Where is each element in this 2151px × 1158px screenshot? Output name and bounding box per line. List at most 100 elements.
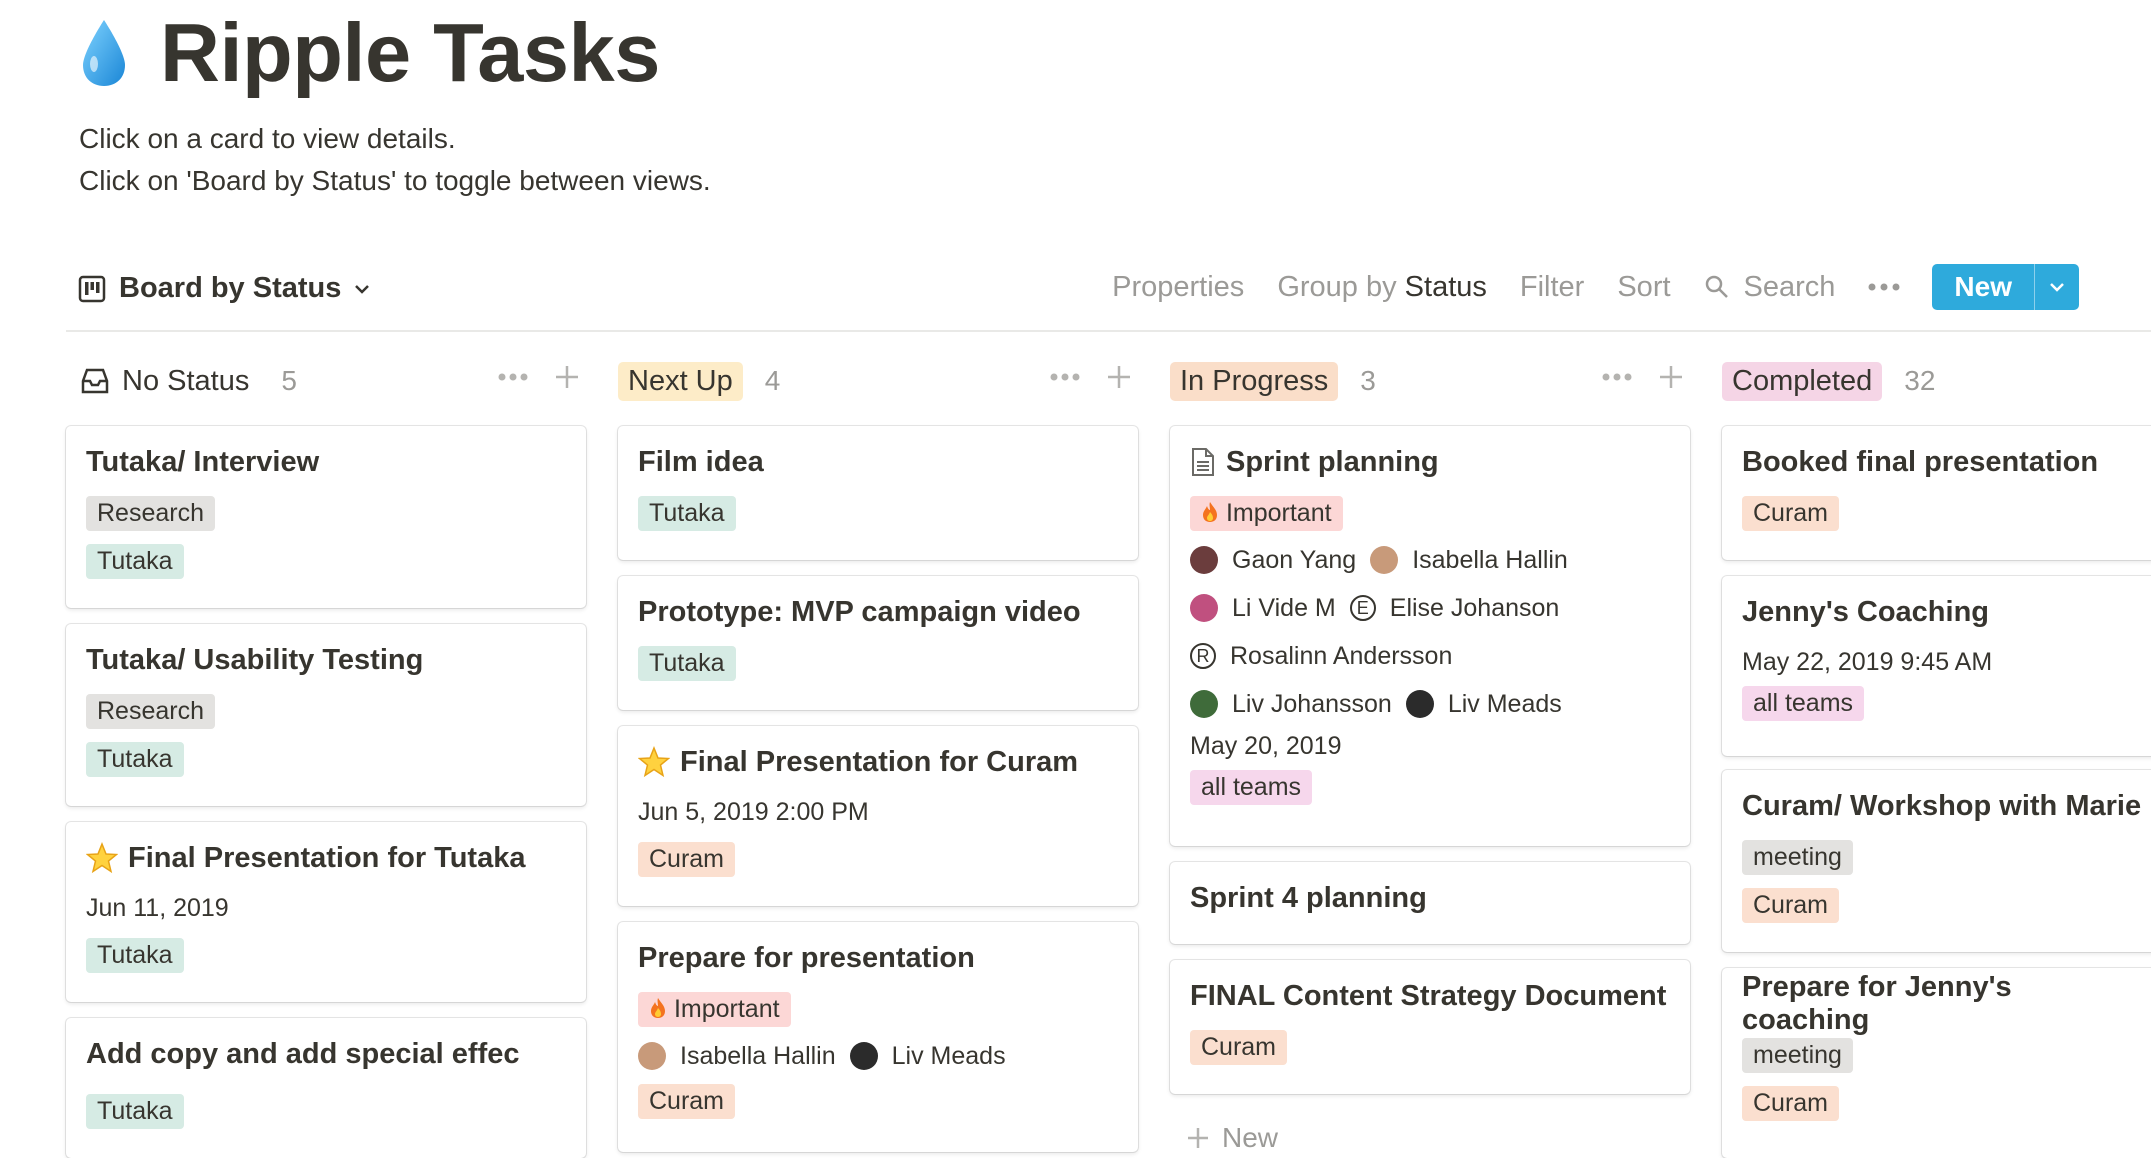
person-name: Elise Johanson: [1389, 593, 1560, 622]
task-card[interactable]: Booked final presentation Curam: [1722, 426, 2151, 560]
card-title: Sprint 4 planning: [1190, 881, 1427, 914]
column-count: 3: [1360, 365, 1376, 396]
card-people: Liv Johansson Liv Meads: [1190, 686, 1670, 722]
card-people: Isabella Hallin Liv Meads: [638, 1038, 1118, 1074]
fire-icon: [1203, 502, 1217, 522]
card-tag-row: meeting: [1742, 840, 2142, 875]
task-card[interactable]: Tutaka/ Usability Testing Research Tutak…: [66, 624, 586, 806]
task-card[interactable]: Prototype: MVP campaign video Tutaka: [618, 576, 1138, 710]
card-tag-row: meeting: [1742, 1038, 2142, 1073]
task-card[interactable]: FINAL Content Strategy Document Curam: [1170, 960, 1690, 1094]
card-date: May 22, 2019 9:45 AM: [1742, 648, 1993, 676]
card-title: Final Presentation for Curam: [638, 742, 1118, 782]
description-line: Click on a card to view details.: [79, 123, 456, 154]
card-tag-row: Research: [86, 496, 566, 531]
search-icon: [1705, 275, 1728, 298]
properties-button[interactable]: Properties: [1112, 271, 1244, 304]
plus-icon: [1188, 1128, 1208, 1148]
card-title: Add copy and add special effec: [86, 1037, 520, 1070]
card-tag-row: Research: [86, 694, 566, 729]
add-card-icon[interactable]: [1658, 364, 1684, 390]
tag: Curam: [1742, 888, 1840, 923]
column-header: No Status 5: [66, 350, 588, 412]
filter-button[interactable]: Filter: [1520, 271, 1584, 304]
card-tag-row: Tutaka: [86, 1094, 566, 1129]
column-count: 5: [281, 365, 297, 396]
group-by-value: Status: [1404, 270, 1487, 303]
card-tag-row: all teams: [1190, 770, 1670, 805]
tag: Curam: [1742, 496, 1840, 531]
new-button[interactable]: New: [1932, 264, 2079, 310]
group-by-button[interactable]: Group by Status: [1277, 271, 1487, 304]
column-label: Completed: [1722, 361, 1883, 401]
task-card[interactable]: Sprint planning Important Gaon Yang Isab…: [1170, 426, 1690, 846]
tag: Tutaka: [86, 742, 184, 777]
search-label: Search: [1743, 270, 1836, 303]
column-header: Next Up 4: [618, 350, 1140, 412]
card-title: Tutaka/ Interview: [86, 445, 320, 478]
card-title: FINAL Content Strategy Document: [1190, 979, 1667, 1012]
task-card[interactable]: Curam/ Workshop with Marie meeting Curam: [1722, 770, 2151, 952]
board-view-icon: [78, 275, 106, 302]
card-tag-row: Important: [1190, 496, 1670, 531]
person-name: Liv Meads: [891, 1041, 1006, 1070]
person-name: Isabella Hallin: [1412, 545, 1568, 574]
sort-button[interactable]: Sort: [1617, 271, 1670, 304]
column-label: Next Up: [618, 361, 743, 401]
card-title: Jenny's Coaching: [1742, 595, 1990, 628]
column-more-icon[interactable]: [498, 373, 528, 381]
task-card[interactable]: Add copy and add special effec Tutaka: [66, 1018, 586, 1158]
avatar: [1190, 594, 1218, 622]
task-card[interactable]: Sprint 4 planning: [1170, 862, 1690, 944]
task-card[interactable]: Tutaka/ Interview Research Tutaka: [66, 426, 586, 608]
star-icon: [86, 842, 118, 874]
card-date: Jun 11, 2019: [86, 894, 229, 922]
tag: Curam: [1190, 1030, 1288, 1065]
column-next-up: Next Up 4 Film idea Tutaka Prototype: MV…: [618, 350, 1140, 1152]
card-people: Li Vide M E Elise Johanson: [1190, 590, 1670, 626]
task-card[interactable]: Prepare for Jenny's coaching meeting Cur…: [1722, 968, 2151, 1158]
card-date: May 20, 2019: [1190, 732, 1342, 760]
person-chip: Liv Meads: [1405, 690, 1562, 719]
page-description: Click on a card to view details. Click o…: [79, 118, 711, 202]
page-title: Ripple Tasks: [160, 6, 660, 99]
person-name: Gaon Yang: [1232, 545, 1357, 574]
chevron-down-icon: [2050, 283, 2064, 292]
task-card[interactable]: Jenny's Coaching May 22, 2019 9:45 AM al…: [1722, 576, 2151, 756]
task-card[interactable]: Prepare for presentation Important Isabe…: [618, 922, 1138, 1152]
card-tag-row: Tutaka: [638, 646, 1118, 681]
card-tag-row: Curam: [1742, 496, 2142, 531]
column-actions: [498, 364, 580, 390]
person-name: Li Vide M: [1232, 593, 1336, 622]
card-title: Film idea: [638, 445, 764, 478]
person-chip: Liv Meads: [849, 1041, 1006, 1071]
task-card[interactable]: Final Presentation for Curam Jun 5, 2019…: [618, 726, 1138, 906]
card-tag-row: Tutaka: [86, 742, 566, 777]
tag: Research: [86, 694, 215, 729]
column-more-icon[interactable]: [1602, 373, 1632, 381]
card-tag-row: Curam: [638, 1084, 1118, 1119]
star-icon: [638, 746, 670, 778]
column-more-icon[interactable]: [1050, 373, 1080, 381]
new-dropdown-button[interactable]: [2035, 264, 2079, 310]
add-new-card-button[interactable]: New: [1186, 1122, 1278, 1154]
add-card-icon[interactable]: [554, 364, 580, 390]
new-button-label: New: [1932, 264, 2035, 310]
card-title: Sprint planning: [1190, 442, 1670, 482]
card-title: Final Presentation for Tutaka: [86, 838, 566, 878]
view-switcher-label: Board by Status: [119, 272, 342, 304]
column-actions: [1050, 364, 1132, 390]
add-card-icon[interactable]: [1106, 364, 1132, 390]
priority-tag: Important: [638, 992, 791, 1027]
card-title-text: Sprint planning: [1226, 445, 1439, 478]
task-card[interactable]: Film idea Tutaka: [618, 426, 1138, 560]
view-switcher-button[interactable]: Board by Status: [78, 272, 373, 305]
add-new-label: New: [1222, 1122, 1279, 1153]
person-chip: E Elise Johanson: [1349, 593, 1560, 623]
column-label: No Status: [122, 364, 250, 397]
search-button[interactable]: Search: [1704, 270, 1836, 304]
column-in-progress: In Progress 3 Sprint planning Important: [1170, 350, 1692, 1153]
card-title: Booked final presentation: [1742, 445, 2099, 478]
task-card[interactable]: Final Presentation for Tutaka Jun 11, 20…: [66, 822, 586, 1002]
more-options-button[interactable]: [1868, 283, 1900, 291]
